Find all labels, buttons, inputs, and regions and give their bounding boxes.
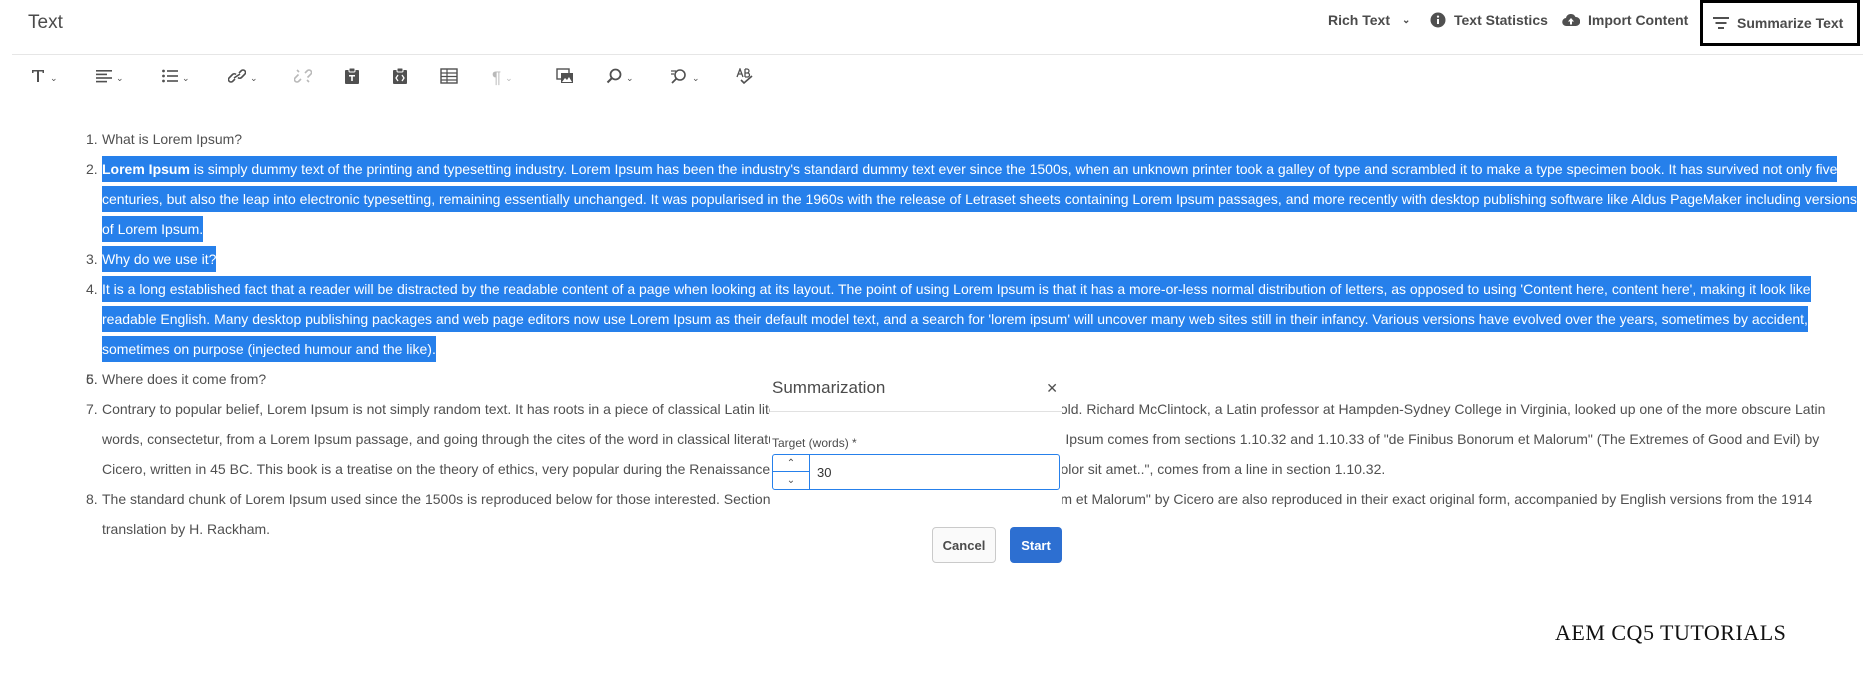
link-icon <box>227 68 247 89</box>
list-item: 3. Why do we use it? <box>0 244 1863 274</box>
align-left-icon <box>96 69 112 88</box>
summarize-text-label: Summarize Text <box>1737 15 1844 31</box>
pilcrow-icon: ¶ <box>492 68 502 87</box>
mode-label: Rich Text <box>1328 12 1390 28</box>
paragraph-marks-dropdown[interactable]: ¶ ⌄ <box>492 66 513 90</box>
list-number: 4. <box>86 281 98 297</box>
bullet-list-icon <box>162 69 178 88</box>
text-statistics-label: Text Statistics <box>1454 12 1548 28</box>
chevron-down-icon: ⌄ <box>786 475 796 486</box>
list-item-text: What is Lorem Ipsum? <box>102 131 243 147</box>
selected-text: Why do we use it? <box>102 246 217 272</box>
find-replace-dropdown[interactable]: ⌄ <box>606 66 634 90</box>
list-item: 2. Lorem Ipsum is simply dummy text of t… <box>0 154 1863 244</box>
list-number: 8. <box>86 491 98 507</box>
summarization-dialog: Summarization ✕ Target (words) * ⌃ ⌄ Can… <box>770 366 1062 576</box>
chevron-down-icon: ⌄ <box>1401 14 1411 26</box>
target-words-label: Target (words) * <box>772 436 857 450</box>
stepper: ⌃ ⌄ <box>773 455 810 489</box>
selected-text: It is a long established fact that a rea… <box>102 276 1811 362</box>
decrement-button[interactable]: ⌄ <box>773 472 809 489</box>
target-words-numberfield: ⌃ ⌄ <box>772 454 1060 490</box>
summarize-icon <box>1713 16 1729 30</box>
list-number: 3. <box>86 251 98 267</box>
chevron-down-icon: ⌄ <box>626 72 634 83</box>
list-number: 6. <box>86 371 98 387</box>
watermark: AEM CQ5 TUTORIALS <box>1555 620 1787 645</box>
paragraph-format-dropdown[interactable]: ⌄ <box>30 66 58 90</box>
page-title: Text <box>28 12 63 33</box>
chevron-down-icon: ⌄ <box>116 72 124 83</box>
align-dropdown[interactable]: ⌄ <box>96 66 124 90</box>
spellcheck-find-dropdown[interactable]: ⌄ <box>670 66 700 90</box>
list-item-text: Where does it come from? <box>102 371 267 387</box>
table-button[interactable] <box>440 66 458 90</box>
paste-wordhtml-button[interactable] <box>392 66 408 90</box>
close-icon[interactable]: ✕ <box>1046 380 1058 397</box>
list-number: 1. <box>86 131 98 147</box>
dialog-title: Summarization <box>772 378 886 397</box>
paste-html-icon <box>392 67 408 90</box>
info-icon <box>1430 12 1446 28</box>
start-button[interactable]: Start <box>1010 527 1062 563</box>
chevron-down-icon: ⌄ <box>505 72 513 83</box>
find-text-icon <box>670 68 688 89</box>
chevron-down-icon: ⌄ <box>692 72 700 83</box>
import-content-label: Import Content <box>1588 12 1689 28</box>
rte-toolbar: ⌄ ⌄ ⌄ ⌄ ¶ ⌄ ⌄ ⌄ <box>0 58 800 98</box>
list-dropdown[interactable]: ⌄ <box>162 66 190 90</box>
text-statistics-button[interactable]: Text Statistics <box>1430 12 1548 28</box>
cancel-button[interactable]: Cancel <box>932 527 996 563</box>
spellcheck-icon <box>736 66 754 89</box>
cloud-upload-icon <box>1562 13 1580 27</box>
chevron-down-icon: ⌄ <box>182 72 190 83</box>
list-number: 7. <box>86 401 98 417</box>
image-button[interactable] <box>556 66 574 90</box>
table-icon <box>440 67 458 89</box>
chevron-down-icon: ⌄ <box>250 72 258 83</box>
image-icon <box>556 67 574 89</box>
paste-as-text-button[interactable] <box>344 66 360 90</box>
dialog-divider <box>770 411 1062 412</box>
import-content-button[interactable]: Import Content <box>1562 12 1688 28</box>
list-number: 2. <box>86 161 98 177</box>
spellcheck-button[interactable] <box>736 66 754 90</box>
unlink-button[interactable] <box>293 66 313 90</box>
selected-text: Lorem Ipsum is simply dummy text of the … <box>102 156 1857 242</box>
header-divider <box>12 54 1863 55</box>
list-item: 4. It is a long established fact that a … <box>0 274 1863 364</box>
list-item: 1. What is Lorem Ipsum? <box>0 124 1863 154</box>
link-dropdown[interactable]: ⌄ <box>227 66 258 90</box>
text-format-icon <box>30 68 46 89</box>
unlink-icon <box>293 68 313 89</box>
chevron-up-icon: ⌃ <box>786 457 796 469</box>
bold-text: Lorem Ipsum <box>102 161 190 177</box>
list-item-text: is simply dummy text of the printing and… <box>102 161 1857 237</box>
search-icon <box>606 68 622 89</box>
rich-text-mode-dropdown[interactable]: Rich Text ⌄ <box>1328 12 1410 28</box>
paste-text-icon <box>344 67 360 90</box>
editor-header: Text Rich Text ⌄ Text Statistics Import … <box>0 0 1863 54</box>
increment-button[interactable]: ⌃ <box>773 455 809 472</box>
target-words-input[interactable] <box>817 462 1047 482</box>
chevron-down-icon: ⌄ <box>50 72 58 83</box>
summarize-text-button[interactable]: Summarize Text <box>1700 0 1861 46</box>
